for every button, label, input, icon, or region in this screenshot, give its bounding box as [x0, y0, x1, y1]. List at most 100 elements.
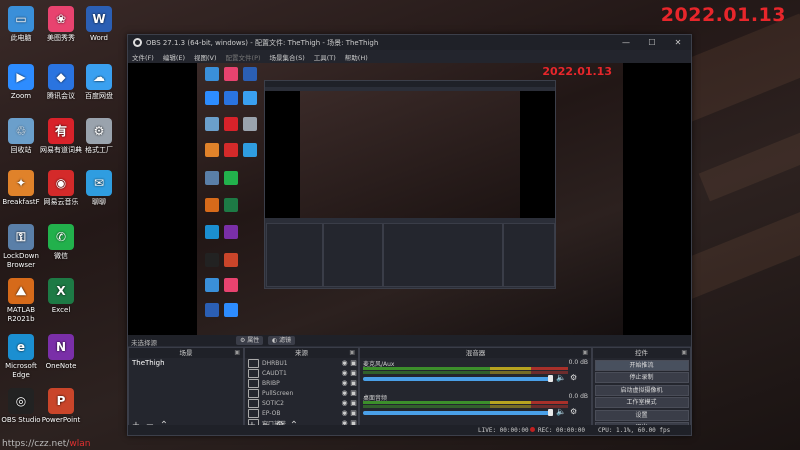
- source-toolbar: 未选择源 ⚙ 属性 ◐ 滤镜: [128, 335, 691, 347]
- source-item[interactable]: BRIBP ◉ ▣: [245, 378, 358, 388]
- volume-fader-knob[interactable]: [548, 409, 553, 416]
- lock-icon[interactable]: ▣: [349, 379, 358, 387]
- desktop-icon[interactable]: ◆ 腾讯会议: [40, 64, 82, 101]
- nested-title-bar: [265, 81, 555, 87]
- filters-button[interactable]: ◐ 滤镜: [268, 336, 296, 345]
- source-name: CAUDT1: [262, 369, 287, 377]
- sources-title: 来源: [295, 349, 308, 357]
- desktop-icon[interactable]: P PowerPoint: [40, 388, 82, 425]
- app-icon: ✆: [48, 224, 74, 250]
- desktop-icon[interactable]: ❀ 美图秀秀: [40, 6, 82, 43]
- menu-scene-collection[interactable]: 场景集合(S): [270, 52, 305, 62]
- volume-fader[interactable]: [363, 411, 551, 415]
- desktop-icon[interactable]: ♲ 回收站: [0, 118, 42, 155]
- rec-indicator-icon: [530, 427, 535, 434]
- app-icon: P: [48, 388, 74, 414]
- dock-float-icon[interactable]: ▣: [582, 348, 588, 358]
- desktop-icon[interactable]: ✆ 微信: [40, 224, 82, 261]
- volume-fader[interactable]: [363, 377, 551, 381]
- speaker-icon[interactable]: 🔈: [556, 373, 566, 382]
- desktop-icon[interactable]: ☁ 百度网盘: [78, 64, 120, 101]
- visibility-eye-icon[interactable]: ◉: [340, 359, 349, 367]
- source-name: EP-OB: [262, 409, 281, 417]
- desktop-icon[interactable]: X Excel: [40, 278, 82, 315]
- menu-view[interactable]: 视图(V): [194, 52, 217, 62]
- preview-mini-icon: [224, 143, 238, 157]
- menu-edit[interactable]: 编辑(E): [163, 52, 185, 62]
- mixer-channel-mic: 麦克风/Aux 0.0 dB 🔈 ⚙: [360, 358, 591, 392]
- menu-help[interactable]: 帮助(H): [345, 52, 368, 62]
- preview-mini-icon: [205, 91, 219, 105]
- gear-icon[interactable]: ⚙: [570, 407, 577, 416]
- desktop-icon[interactable]: ⚿ LockDown Browser: [0, 224, 42, 270]
- lock-icon[interactable]: ▣: [349, 389, 358, 397]
- preview-canvas[interactable]: 2022.01.13: [128, 63, 691, 335]
- preview-mini-icon: [243, 91, 257, 105]
- desktop-icon[interactable]: e Microsoft Edge: [0, 334, 42, 380]
- desktop-icon[interactable]: ⛰ MATLAB R2021b: [0, 278, 42, 324]
- lock-icon[interactable]: ▣: [349, 359, 358, 367]
- volume-fader-knob[interactable]: [548, 375, 553, 382]
- desktop-icon[interactable]: ◉ 网易云音乐: [40, 170, 82, 207]
- lock-icon[interactable]: ▣: [349, 409, 358, 417]
- channel-db: 0.0 dB: [568, 359, 588, 366]
- source-item[interactable]: PullScreen ◉ ▣: [245, 388, 358, 398]
- app-icon: ⛰: [8, 278, 34, 304]
- preview-mini-icon: [224, 67, 238, 81]
- dock-float-icon[interactable]: ▣: [234, 348, 240, 358]
- no-source-label: 未选择源: [131, 339, 157, 347]
- stop-recording-button[interactable]: 停止录制: [594, 372, 689, 383]
- lock-icon[interactable]: ▣: [349, 399, 358, 407]
- source-item[interactable]: DHRBU1 ◉ ▣: [245, 358, 358, 368]
- nested-scenes-dock: [266, 223, 323, 287]
- desktop-icon-label: OneNote: [45, 362, 77, 370]
- settings-button[interactable]: 设置: [594, 409, 689, 421]
- visibility-eye-icon[interactable]: ◉: [340, 379, 349, 387]
- app-icon: W: [86, 6, 112, 32]
- visibility-eye-icon[interactable]: ◉: [340, 399, 349, 407]
- dock-float-icon[interactable]: ▣: [349, 348, 355, 358]
- desktop-icon[interactable]: ▶ Zoom: [0, 64, 42, 101]
- nested-preview-wall: [300, 91, 520, 218]
- lock-icon[interactable]: ▣: [349, 369, 358, 377]
- preview-mini-icon: [205, 198, 219, 212]
- desktop-icon[interactable]: ◎ OBS Studio: [0, 388, 42, 425]
- desktop-icon[interactable]: ✦ BreakfastF: [0, 170, 42, 207]
- desktop-icon[interactable]: N OneNote: [40, 334, 82, 371]
- source-item[interactable]: EP-OB ◉ ▣: [245, 408, 358, 418]
- desktop-icon-label: 网易有道词典: [40, 146, 82, 154]
- menu-tools[interactable]: 工具(T): [314, 52, 336, 62]
- menu-file[interactable]: 文件(F): [132, 52, 154, 62]
- source-name: SOTIC2: [262, 399, 284, 407]
- scenes-dock: 场景 ▣ TheThigh + − ⌃ ⌄: [128, 347, 244, 433]
- mixer-dock-header: 混音器 ▣: [360, 348, 591, 358]
- source-item[interactable]: CAUDT1 ◉ ▣: [245, 368, 358, 378]
- scene-item[interactable]: TheThigh: [129, 358, 243, 368]
- desktop-icon[interactable]: 有网易有道词典: [40, 118, 82, 155]
- url-watermark: https://czz.net/wlan: [2, 439, 90, 449]
- dock-float-icon[interactable]: ▣: [681, 348, 687, 358]
- properties-button[interactable]: ⚙ 属性: [236, 336, 264, 345]
- start-virtual-camera-button[interactable]: 启动虚拟摄像机: [594, 384, 689, 396]
- minimize-button[interactable]: —: [613, 38, 639, 47]
- visibility-eye-icon[interactable]: ◉: [340, 369, 349, 377]
- desktop-icon[interactable]: W Word: [78, 6, 120, 43]
- start-streaming-button[interactable]: 开始推流: [594, 359, 689, 371]
- app-icon: ▶: [8, 64, 34, 90]
- close-button[interactable]: ✕: [665, 38, 691, 47]
- desktop-icon-label: 此电脑: [10, 34, 32, 42]
- studio-mode-button[interactable]: 工作室模式: [594, 397, 689, 408]
- live-status: LIVE: 00:00:00: [478, 427, 529, 434]
- visibility-eye-icon[interactable]: ◉: [340, 409, 349, 417]
- desktop-icon[interactable]: ▭ 此电脑: [0, 6, 42, 43]
- menu-profile[interactable]: 配置文件(P): [226, 52, 261, 62]
- mixer-channel-desktop: 桌面音频 0.0 dB 🔈 ⚙: [360, 392, 591, 426]
- desktop-icon[interactable]: ✉ 聊聊: [78, 170, 120, 207]
- preview-mini-icon: [205, 143, 219, 157]
- source-item[interactable]: SOTIC2 ◉ ▣: [245, 398, 358, 408]
- gear-icon[interactable]: ⚙: [570, 373, 577, 382]
- desktop-icon[interactable]: ⚙ 格式工厂: [78, 118, 120, 155]
- speaker-icon[interactable]: 🔈: [556, 407, 566, 416]
- maximize-button[interactable]: ☐: [639, 38, 665, 47]
- visibility-eye-icon[interactable]: ◉: [340, 389, 349, 397]
